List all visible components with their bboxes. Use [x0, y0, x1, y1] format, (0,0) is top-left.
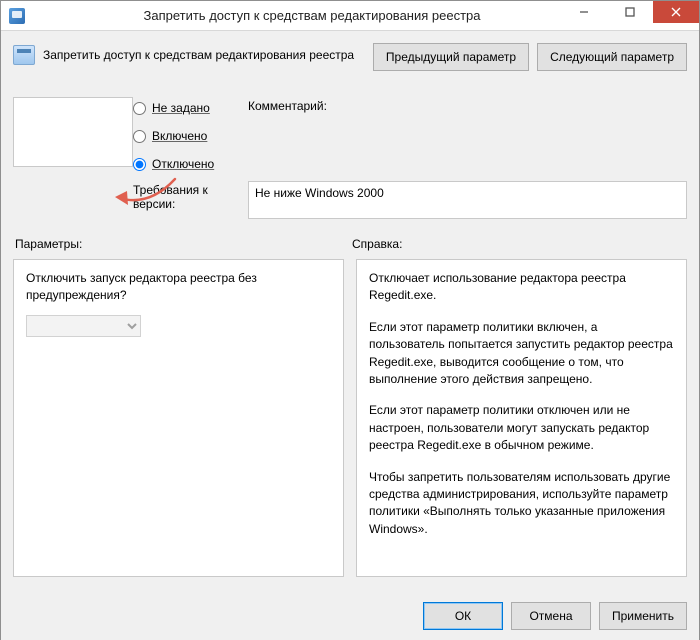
ok-button[interactable]: ОК	[423, 602, 503, 630]
params-label: Параметры:	[13, 237, 350, 251]
help-para-2: Если этот параметр политики отключен или…	[369, 402, 674, 454]
close-icon	[671, 7, 681, 17]
app-icon	[9, 8, 25, 24]
pane-labels: Параметры: Справка:	[13, 237, 687, 251]
cancel-button[interactable]: Отмена	[511, 602, 591, 630]
radio-disabled-label: Отключено	[152, 157, 214, 171]
radio-disabled-input[interactable]	[133, 158, 146, 171]
config-grid: Не задано Комментарий: Включено Отключен…	[13, 97, 687, 219]
header-nav: Предыдущий параметр Следующий параметр	[373, 41, 687, 71]
radio-disabled[interactable]: Отключено	[133, 153, 248, 175]
radio-not-configured-label: Не задано	[152, 101, 210, 115]
params-pane: Отключить запуск редактора реестра без п…	[13, 259, 344, 577]
header-row: Запретить доступ к средствам редактирова…	[13, 41, 687, 71]
radio-enabled[interactable]: Включено	[133, 125, 248, 147]
help-pane[interactable]: Отключает использование редактора реестр…	[356, 259, 687, 577]
titlebar: Запретить доступ к средствам редактирова…	[1, 1, 699, 31]
maximize-button[interactable]	[607, 1, 653, 23]
window-controls	[561, 1, 699, 23]
radio-enabled-input[interactable]	[133, 130, 146, 143]
radio-enabled-label: Включено	[152, 129, 207, 143]
comment-label: Комментарий:	[248, 97, 687, 113]
radio-not-configured[interactable]: Не задано	[133, 97, 248, 119]
help-para-3: Чтобы запретить пользователям использова…	[369, 469, 674, 539]
next-setting-button[interactable]: Следующий параметр	[537, 43, 687, 71]
help-label: Справка:	[350, 237, 687, 251]
policy-icon	[13, 45, 35, 65]
header-left: Запретить доступ к средствам редактирова…	[13, 41, 354, 65]
minimize-icon	[579, 7, 589, 17]
header-subtitle: Запретить доступ к средствам редактирова…	[43, 48, 354, 62]
radio-not-configured-input[interactable]	[133, 102, 146, 115]
requirements-value[interactable]: Не ниже Windows 2000	[248, 181, 687, 219]
panes: Отключить запуск редактора реестра без п…	[13, 259, 687, 577]
params-text: Отключить запуск редактора реестра без п…	[26, 270, 331, 305]
footer-buttons: ОК Отмена Применить	[423, 602, 687, 630]
help-para-0: Отключает использование редактора реестр…	[369, 270, 674, 305]
help-para-1: Если этот параметр политики включен, а п…	[369, 319, 674, 389]
comment-input[interactable]	[13, 97, 133, 167]
requirements-label: Требования к версии:	[133, 181, 248, 211]
minimize-button[interactable]	[561, 1, 607, 23]
maximize-icon	[625, 7, 635, 17]
dialog-body: Запретить доступ к средствам редактирова…	[1, 31, 699, 640]
close-button[interactable]	[653, 1, 699, 23]
apply-button[interactable]: Применить	[599, 602, 687, 630]
prev-setting-button[interactable]: Предыдущий параметр	[373, 43, 529, 71]
params-dropdown[interactable]	[26, 315, 141, 337]
